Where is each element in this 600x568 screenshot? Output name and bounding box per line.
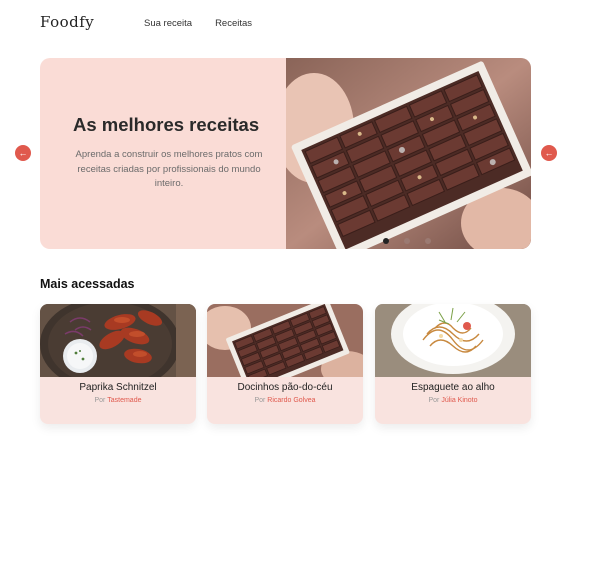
- recipe-author-name: Júlia Kinoto: [441, 397, 478, 404]
- recipe-card[interactable]: Docinhos pão-do-céu Por Ricardo Golvea: [207, 304, 363, 424]
- arrow-right-icon[interactable]: ←: [541, 145, 557, 161]
- hero-description: Aprenda a construir os melhores pratos c…: [75, 149, 263, 189]
- carousel-dot-3[interactable]: [425, 238, 431, 244]
- recipe-author-prefix: Por: [254, 397, 266, 404]
- nav-link-receitas[interactable]: Receitas: [215, 18, 252, 29]
- recipe-author-prefix: Por: [428, 397, 440, 404]
- carousel-dots: [383, 238, 431, 244]
- recipe-card[interactable]: Paprika Schnitzel Por Tastemade: [40, 304, 196, 424]
- chocolate-box-photo: [207, 304, 363, 377]
- hero-title: As melhores receitas: [73, 114, 260, 135]
- nav-link-sua-receita[interactable]: Sua receita: [144, 18, 192, 29]
- spaghetti-plate-photo: [375, 304, 531, 377]
- recipe-author-name: Ricardo Golvea: [267, 397, 316, 404]
- carousel-dot-2[interactable]: [404, 238, 410, 244]
- recipe-card[interactable]: Espaguete ao alho Por Júlia Kinoto: [375, 304, 531, 424]
- recipe-author-prefix: Por: [94, 397, 106, 404]
- arrow-left-icon[interactable]: ←: [15, 145, 31, 161]
- recipe-author-name: Tastemade: [107, 397, 142, 404]
- hero-banner: As melhores receitas Aprenda a construir…: [40, 58, 531, 249]
- hero-text-panel: As melhores receitas Aprenda a construir…: [40, 58, 286, 249]
- chicken-wings-photo: [40, 304, 196, 377]
- recipe-name: Docinhos pão-do-céu: [237, 382, 333, 393]
- main-nav: Sua receita Receitas: [144, 18, 252, 29]
- header: Foodfy Sua receita Receitas: [0, 0, 600, 48]
- recipe-author: Por Tastemade: [40, 397, 196, 404]
- section-title: Mais acessadas: [40, 277, 135, 291]
- recipe-author: Por Júlia Kinoto: [375, 397, 531, 404]
- logo[interactable]: Foodfy: [40, 13, 94, 31]
- recipe-name: Espaguete ao alho: [411, 382, 495, 393]
- hero-image: [286, 58, 531, 249]
- carousel-dot-1[interactable]: [383, 238, 389, 244]
- recipe-name: Paprika Schnitzel: [79, 382, 157, 393]
- recipe-author: Por Ricardo Golvea: [207, 397, 363, 404]
